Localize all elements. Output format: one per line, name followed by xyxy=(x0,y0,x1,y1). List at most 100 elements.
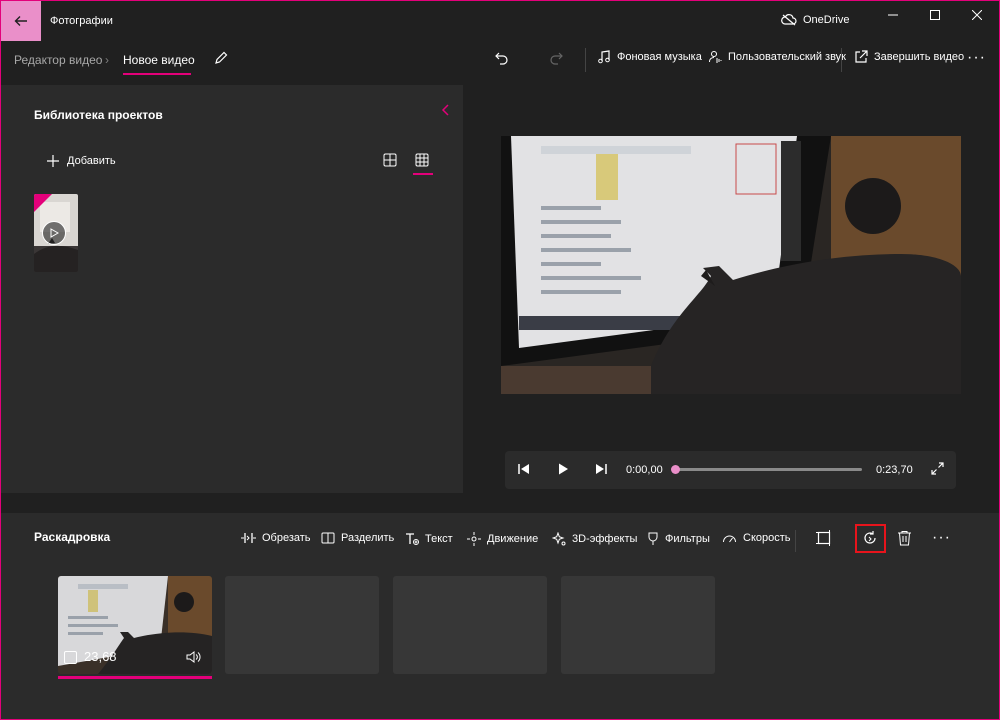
play-button[interactable] xyxy=(556,462,570,481)
background-music-label: Фоновая музыка xyxy=(617,51,702,63)
cloud-off-icon xyxy=(781,14,797,26)
background-music-button[interactable]: Фоновая музыка xyxy=(597,50,702,64)
trim-icon xyxy=(241,533,256,543)
trim-button[interactable]: Обрезать xyxy=(241,532,311,544)
breadcrumb-video-editor[interactable]: Редактор видео xyxy=(14,53,102,67)
motion-icon xyxy=(467,532,481,546)
maximize-icon xyxy=(930,10,940,20)
more-options-icon[interactable]: ··· xyxy=(967,49,986,67)
finish-video-button[interactable]: Завершить видео xyxy=(854,50,964,64)
finish-video-label: Завершить видео xyxy=(874,51,965,63)
filter-icon xyxy=(648,532,658,545)
fullscreen-button[interactable] xyxy=(931,462,944,480)
custom-audio-icon xyxy=(709,51,722,63)
filters-button[interactable]: Фильтры xyxy=(647,532,710,546)
progress-track[interactable] xyxy=(675,468,862,471)
text-button[interactable]: Текст xyxy=(405,532,453,546)
small-grid-view-button[interactable] xyxy=(415,153,429,172)
onedrive-status[interactable]: OneDrive xyxy=(781,14,849,26)
storyboard-clip[interactable]: 23,68 xyxy=(58,576,212,674)
arrow-left-icon xyxy=(14,16,27,26)
pencil-icon xyxy=(215,51,228,64)
minimize-icon xyxy=(888,14,898,16)
text-label: Текст xyxy=(425,533,453,545)
redo-icon xyxy=(550,52,563,65)
crop-button[interactable] xyxy=(816,530,832,551)
speed-button[interactable]: Скорость xyxy=(722,532,791,544)
plus-icon xyxy=(47,155,59,167)
redo-button[interactable] xyxy=(548,50,564,71)
onedrive-label: OneDrive xyxy=(803,14,850,26)
add-media-button[interactable]: Добавить xyxy=(47,155,116,167)
expand-icon xyxy=(931,462,944,475)
project-library-panel: Библиотека проектов Добавить xyxy=(1,85,463,493)
add-media-label: Добавить xyxy=(67,155,116,167)
speed-label: Скорость xyxy=(743,532,791,544)
empty-clip-slot xyxy=(225,576,379,674)
undo-button[interactable] xyxy=(494,50,510,71)
minimize-button[interactable] xyxy=(885,7,901,23)
split-icon xyxy=(321,532,335,544)
maximize-button[interactable] xyxy=(927,7,943,23)
toolbar-divider xyxy=(841,48,842,72)
current-time: 0:00,00 xyxy=(626,464,663,476)
3d-effects-label: 3D-эффекты xyxy=(572,533,638,545)
motion-label: Движение xyxy=(487,533,539,545)
back-button[interactable] xyxy=(1,1,41,41)
empty-clip-slot xyxy=(393,576,547,674)
view-active-indicator xyxy=(413,173,433,175)
motion-button[interactable]: Движение xyxy=(467,532,538,546)
toolbar-divider xyxy=(585,48,586,72)
clip-selected-indicator xyxy=(58,676,212,679)
clip-duration: 23,68 xyxy=(84,649,117,664)
sparkle-effects-icon xyxy=(552,532,566,546)
music-note-icon xyxy=(598,50,610,64)
rotate-button[interactable] xyxy=(862,530,878,551)
3d-effects-button[interactable]: 3D-эффекты xyxy=(552,532,637,546)
progress-thumb[interactable] xyxy=(671,465,680,474)
video-frame-image xyxy=(501,136,961,394)
breadcrumb-active-indicator xyxy=(123,73,191,75)
breadcrumb-separator-icon: › xyxy=(105,53,109,67)
clip-frame-icon xyxy=(64,651,77,664)
previous-frame-button[interactable] xyxy=(517,462,531,481)
chevron-left-icon xyxy=(441,104,449,116)
custom-audio-label: Пользовательский звук xyxy=(728,51,846,63)
grid-large-icon xyxy=(383,153,397,167)
breadcrumb-current-project[interactable]: Новое видео xyxy=(123,53,195,67)
text-icon xyxy=(406,533,419,545)
custom-audio-button[interactable]: Пользовательский звук xyxy=(708,50,846,64)
trim-label: Обрезать xyxy=(262,532,311,544)
speaker-icon[interactable] xyxy=(186,650,202,669)
play-overlay-icon xyxy=(42,221,66,245)
skip-back-icon xyxy=(518,464,529,474)
split-label: Разделить xyxy=(341,532,395,544)
filters-label: Фильтры xyxy=(665,533,710,545)
editor-toolbar: Редактор видео › Новое видео Фоновая муз… xyxy=(1,40,999,80)
split-button[interactable]: Разделить xyxy=(321,532,394,544)
storyboard-panel: Раскадровка Обрезать Разделить Текст Дви… xyxy=(1,513,999,719)
library-media-thumbnail[interactable] xyxy=(34,194,78,272)
video-preview[interactable] xyxy=(501,136,961,394)
storyboard-title: Раскадровка xyxy=(34,530,111,544)
title-bar: Фотографии OneDrive xyxy=(1,1,999,41)
close-button[interactable] xyxy=(969,7,985,23)
total-time: 0:23,70 xyxy=(876,464,913,476)
trash-icon xyxy=(898,531,911,546)
share-export-icon xyxy=(855,50,868,63)
crop-icon xyxy=(816,530,831,546)
storyboard-more-icon[interactable]: ··· xyxy=(932,529,951,547)
speedometer-icon xyxy=(723,535,736,543)
storyboard-divider xyxy=(795,530,796,552)
collapse-library-button[interactable] xyxy=(441,103,451,121)
library-title: Библиотека проектов xyxy=(34,108,163,122)
play-icon xyxy=(559,463,568,475)
skip-forward-icon xyxy=(596,464,607,474)
large-grid-view-button[interactable] xyxy=(383,153,397,172)
rotate-icon xyxy=(864,531,876,544)
next-frame-button[interactable] xyxy=(594,462,608,481)
grid-small-icon xyxy=(415,153,429,167)
close-icon xyxy=(972,10,982,20)
delete-button[interactable] xyxy=(897,530,912,551)
rename-button[interactable] xyxy=(213,50,229,71)
